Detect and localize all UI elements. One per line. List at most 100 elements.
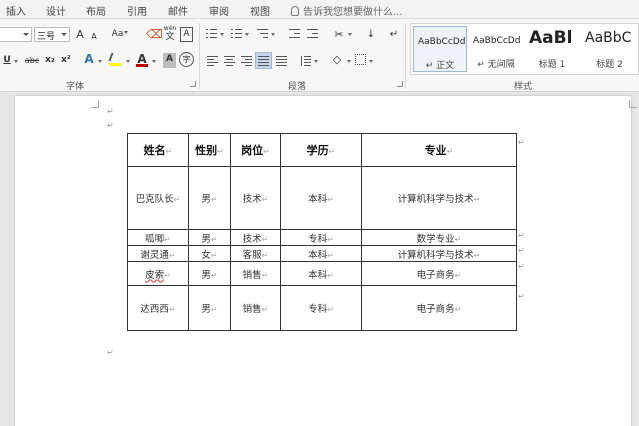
- chevron-down-icon[interactable]: [98, 60, 102, 63]
- table-row: 达西西↵ 男↵ 销售↵ 专科↵ 电子商务↵: [127, 285, 517, 331]
- chevron-down-icon[interactable]: [347, 60, 351, 63]
- line-spacing-icon[interactable]: [300, 56, 311, 66]
- table-cell[interactable]: 计算机科学与技术↵: [361, 245, 517, 262]
- table-cell[interactable]: 客服↵: [230, 245, 281, 262]
- table-cell[interactable]: 销售↵: [230, 285, 281, 331]
- table-cell[interactable]: 电子商务↵: [361, 261, 517, 286]
- table-cell[interactable]: 专科↵: [280, 229, 362, 246]
- cell-text: 谢灵通: [140, 249, 169, 261]
- chevron-down-icon[interactable]: [126, 60, 130, 63]
- text-effects-button[interactable]: A: [82, 52, 96, 67]
- tab-view[interactable]: 视图: [250, 3, 270, 18]
- grow-font-button[interactable]: A: [73, 27, 87, 42]
- table-cell[interactable]: 本科↵: [280, 166, 362, 230]
- header-cell[interactable]: 学历↵: [280, 133, 362, 167]
- subscript-button[interactable]: x₂: [43, 53, 57, 68]
- table-cell[interactable]: 呱唧↵: [127, 229, 189, 246]
- table-cell[interactable]: 本科↵: [280, 261, 362, 286]
- table-cell[interactable]: 巴克队长↵: [127, 166, 189, 230]
- word-window: 插入 设计 布局 引用 邮件 审阅 视图 告诉我您想要做什么... 三号 A A…: [0, 0, 639, 426]
- table-cell[interactable]: 男↵: [188, 285, 231, 331]
- font-dialog-launcher-icon[interactable]: [190, 81, 196, 87]
- tab-references[interactable]: 引用: [127, 3, 147, 18]
- char-border-button[interactable]: A: [180, 27, 193, 42]
- strikethrough-button[interactable]: abc: [22, 53, 42, 68]
- tab-insert[interactable]: 插入: [6, 3, 26, 18]
- chevron-down-icon[interactable]: [152, 60, 156, 63]
- show-marks-icon[interactable]: ↵: [388, 27, 400, 42]
- table-cell[interactable]: 技术↵: [230, 229, 281, 246]
- table-cell[interactable]: 数学专业↵: [361, 229, 517, 246]
- table-cell[interactable]: 男↵: [188, 166, 231, 230]
- align-left-icon[interactable]: [207, 56, 218, 66]
- increase-indent-icon[interactable]: [307, 29, 318, 38]
- cell-mark: ↵: [261, 234, 269, 244]
- tab-design[interactable]: 设计: [46, 3, 66, 18]
- shading-icon[interactable]: ◇: [330, 52, 344, 67]
- table-cell[interactable]: 谢灵通↵: [127, 245, 189, 262]
- char-shading-button[interactable]: A: [163, 53, 176, 68]
- table-cell[interactable]: 本科↵: [280, 245, 362, 262]
- justify-button[interactable]: [255, 52, 272, 69]
- style-heading-2[interactable]: AaBbC 标题 2: [581, 26, 638, 72]
- chevron-down-icon[interactable]: [369, 60, 373, 63]
- cell-text: 技术: [242, 194, 262, 205]
- style-no-spacing[interactable]: AaBbCcDd ↵ 无间隔: [469, 26, 523, 72]
- staff-table[interactable]: 姓名↵ 性别↵ 岗位↵ 学历↵ 专业↵ 巴克队长↵ 男↵ 技术↵ 本科↵ 计算机…: [127, 133, 517, 331]
- style-normal[interactable]: AaBbCcDd ↵ 正文: [413, 26, 467, 72]
- chevron-down-icon[interactable]: [245, 33, 249, 36]
- chevron-down-icon[interactable]: [220, 33, 224, 36]
- numbering-icon[interactable]: [231, 29, 242, 38]
- table-cell[interactable]: 男↵: [188, 229, 231, 246]
- font-name-combo[interactable]: [0, 27, 32, 42]
- table-cell[interactable]: 达西西↵: [127, 285, 189, 331]
- change-case-button[interactable]: Aa: [108, 27, 132, 42]
- asian-layout-icon[interactable]: ✂: [332, 27, 346, 42]
- table-cell[interactable]: 销售↵: [230, 261, 281, 286]
- paragraph-dialog-launcher-icon[interactable]: [397, 81, 403, 87]
- distributed-icon[interactable]: [276, 56, 287, 66]
- chevron-down-icon[interactable]: [271, 33, 275, 36]
- header-text: 专业: [424, 144, 447, 157]
- underline-button[interactable]: U: [2, 53, 12, 68]
- table-cell[interactable]: 皮索↵: [127, 261, 189, 286]
- table-cell[interactable]: 技术↵: [230, 166, 281, 230]
- chevron-down-icon[interactable]: [314, 60, 318, 63]
- multilevel-list-icon[interactable]: [257, 29, 268, 38]
- header-cell[interactable]: 专业↵: [361, 133, 517, 167]
- chevron-down-icon[interactable]: [14, 60, 18, 63]
- font-size-combo[interactable]: 三号: [34, 27, 70, 42]
- header-cell[interactable]: 性别↵: [188, 133, 231, 167]
- header-cell[interactable]: 岗位↵: [230, 133, 281, 167]
- table-cell[interactable]: 专科↵: [280, 285, 362, 331]
- align-center-icon[interactable]: [224, 56, 235, 66]
- borders-icon[interactable]: [355, 54, 366, 65]
- tab-review[interactable]: 审阅: [209, 3, 229, 18]
- tab-layout[interactable]: 布局: [86, 3, 106, 18]
- table-cell[interactable]: 电子商务↵: [361, 285, 517, 331]
- superscript-button[interactable]: x²: [59, 53, 73, 68]
- cell-mark: ↵: [261, 250, 269, 260]
- document-page[interactable]: ↵ ↵ 姓名↵ 性别↵ 岗位↵ 学历↵ 专业↵ 巴克队长↵ 男↵ 技术↵ 本科↵: [15, 96, 637, 426]
- cell-text: 计算机科学与技术: [397, 249, 474, 261]
- chevron-down-icon[interactable]: [348, 33, 352, 36]
- bullets-icon[interactable]: [206, 29, 217, 38]
- style-heading-1[interactable]: AaBl 标题 1: [525, 26, 579, 72]
- table-cell[interactable]: 男↵: [188, 261, 231, 286]
- enclose-char-button[interactable]: 字: [179, 52, 194, 67]
- table-cell[interactable]: 计算机科学与技术↵: [361, 166, 517, 230]
- tab-mailings[interactable]: 邮件: [168, 3, 188, 18]
- clear-format-icon[interactable]: ⌫: [146, 27, 163, 42]
- shrink-font-button[interactable]: A: [88, 29, 100, 44]
- decrease-indent-icon[interactable]: [289, 29, 300, 38]
- sort-icon[interactable]: ↓: [364, 27, 378, 42]
- highlight-button[interactable]: [106, 52, 124, 67]
- align-right-icon[interactable]: [241, 56, 252, 66]
- table-row: 谢灵通↵ 女↵ 客服↵ 本科↵ 计算机科学与技术↵: [127, 245, 517, 262]
- font-color-button[interactable]: A: [135, 52, 149, 67]
- header-cell[interactable]: 姓名↵: [127, 133, 189, 167]
- phonetic-guide-button[interactable]: wén 文: [163, 24, 177, 44]
- tell-me-box[interactable]: 告诉我您想要做什么...: [291, 3, 403, 18]
- font-color-bar: [136, 64, 148, 67]
- table-cell[interactable]: 女↵: [188, 245, 231, 262]
